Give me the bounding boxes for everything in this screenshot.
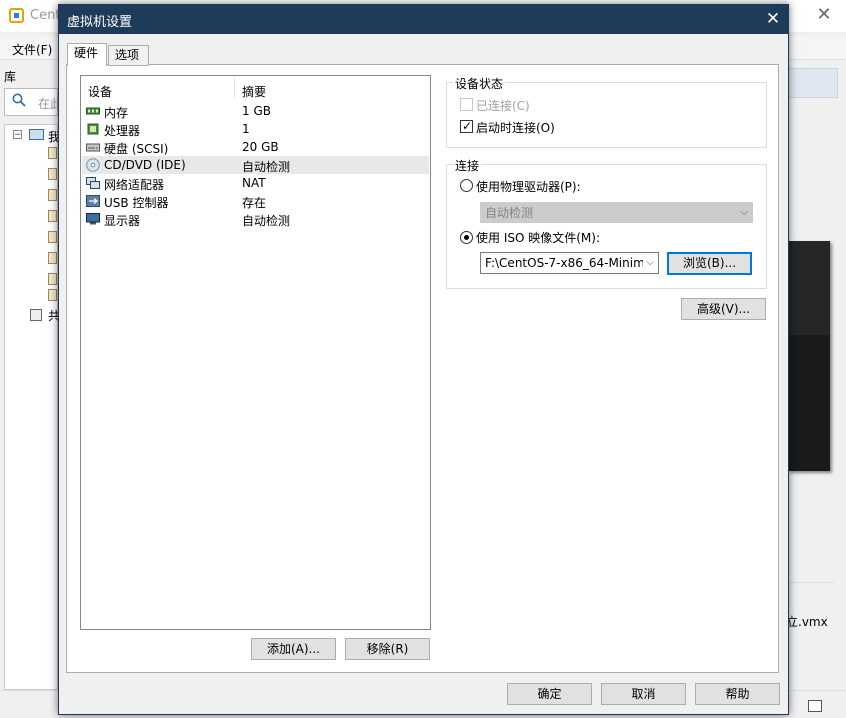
device-row-memory[interactable]: 内存 1 GB [82, 102, 429, 120]
vm-icon[interactable] [48, 252, 57, 264]
device-summary: NAT [242, 176, 266, 190]
dialog-titlebar [59, 5, 788, 34]
vm-preview-header [788, 241, 830, 335]
network-icon [86, 177, 100, 189]
cpu-icon [87, 123, 99, 135]
connection-title: 连接 [453, 157, 482, 174]
checkmark-icon: ✓ [462, 119, 473, 133]
device-summary: 20 GB [242, 140, 279, 154]
vmware-app-icon [9, 8, 24, 23]
library-tree [4, 124, 58, 690]
device-summary: 自动检测 [242, 214, 291, 228]
device-name: 网络适配器 [104, 178, 165, 192]
background-close-icon[interactable]: ✕ [812, 3, 836, 27]
vm-icon[interactable] [48, 231, 57, 243]
connect-at-power-on-label: 启动时连接(O) [476, 121, 555, 135]
device-summary: 自动检测 [242, 160, 291, 174]
device-name: 显示器 [104, 214, 141, 228]
vm-icon[interactable] [48, 147, 57, 159]
my-computer-icon [29, 129, 44, 140]
radio-selected-dot [464, 235, 469, 240]
add-device-button[interactable]: 添加(A)... [251, 638, 336, 660]
vm-icon[interactable] [48, 168, 57, 180]
search-icon [12, 93, 26, 107]
device-row-hard-disk[interactable]: 硬盘 (SCSI) 20 GB [82, 138, 429, 156]
vm-icon[interactable] [48, 289, 57, 301]
iso-image-label: 使用 ISO 映像文件(M): [476, 231, 600, 245]
device-summary: 存在 [242, 196, 267, 210]
background-window-title: Cent [30, 8, 61, 23]
close-icon[interactable]: ✕ [760, 6, 786, 32]
device-row-usb[interactable]: USB 控制器 存在 [82, 192, 429, 210]
device-status-title: 设备状态 [453, 75, 506, 92]
tab-hardware[interactable]: 硬件 [67, 43, 107, 66]
hard-disk-icon [86, 143, 100, 152]
physical-drive-radio[interactable] [460, 179, 473, 192]
column-separator[interactable] [234, 78, 235, 99]
connected-checkbox[interactable] [460, 98, 473, 111]
memory-icon [86, 107, 100, 115]
tab-options[interactable]: 选项 [108, 45, 149, 66]
shared-vms-icon [30, 309, 42, 321]
chevron-down-icon: ⌵ [740, 207, 748, 218]
vmx-filename: 立.vmx [786, 615, 828, 629]
device-row-display[interactable]: 显示器 自动检测 [82, 210, 429, 228]
ok-button[interactable]: 确定 [507, 683, 592, 705]
background-divider [788, 582, 834, 583]
device-row-processor[interactable]: 处理器 1 [82, 120, 429, 138]
vm-icon[interactable] [48, 189, 57, 201]
remove-device-button[interactable]: 移除(R) [345, 638, 430, 660]
usb-icon [86, 195, 100, 207]
monitor-icon [86, 213, 100, 225]
cancel-button[interactable]: 取消 [601, 683, 686, 705]
device-summary: 1 GB [242, 104, 271, 118]
library-label: 库 [4, 70, 17, 84]
vm-icon[interactable] [48, 273, 57, 285]
status-message-icon[interactable] [808, 700, 822, 712]
background-tab-strip [788, 68, 838, 98]
device-name: USB 控制器 [104, 196, 169, 210]
iso-image-radio[interactable] [460, 231, 473, 244]
browse-button[interactable]: 浏览(B)... [667, 252, 752, 275]
tree-collapse-icon[interactable]: − [13, 130, 22, 140]
menu-file[interactable]: 文件(F) [12, 41, 52, 58]
physical-drive-select-value: 自动检测 [485, 206, 534, 220]
connected-label: 已连接(C) [476, 99, 530, 113]
connect-at-power-on-checkbox[interactable]: ✓ [460, 119, 473, 133]
cd-dvd-icon [86, 158, 100, 172]
device-row-network[interactable]: 网络适配器 NAT [82, 174, 429, 192]
dialog-title: 虚拟机设置 [67, 15, 133, 30]
device-name: CD/DVD (IDE) [104, 158, 186, 172]
help-button[interactable]: 帮助 [695, 683, 780, 705]
device-name: 内存 [104, 106, 129, 120]
device-row-cd-dvd[interactable]: CD/DVD (IDE) 自动检测 [82, 156, 429, 174]
physical-drive-select[interactable]: 自动检测 ⌵ [480, 202, 753, 223]
column-header-device[interactable]: 设备 [88, 83, 112, 100]
iso-path-value: F:\CentOS-7-x86_64-Minima [485, 256, 653, 270]
device-name: 硬盘 (SCSI) [104, 142, 169, 156]
chevron-down-icon: ⌵ [643, 253, 654, 273]
iso-path-combobox[interactable]: F:\CentOS-7-x86_64-Minima ⌵ [480, 252, 659, 274]
physical-drive-label: 使用物理驱动器(P): [476, 180, 581, 194]
column-header-summary[interactable]: 摘要 [242, 83, 266, 100]
device-summary: 1 [242, 122, 250, 136]
device-name: 处理器 [104, 124, 141, 138]
advanced-button[interactable]: 高级(V)... [681, 298, 766, 320]
vm-icon[interactable] [48, 210, 57, 222]
